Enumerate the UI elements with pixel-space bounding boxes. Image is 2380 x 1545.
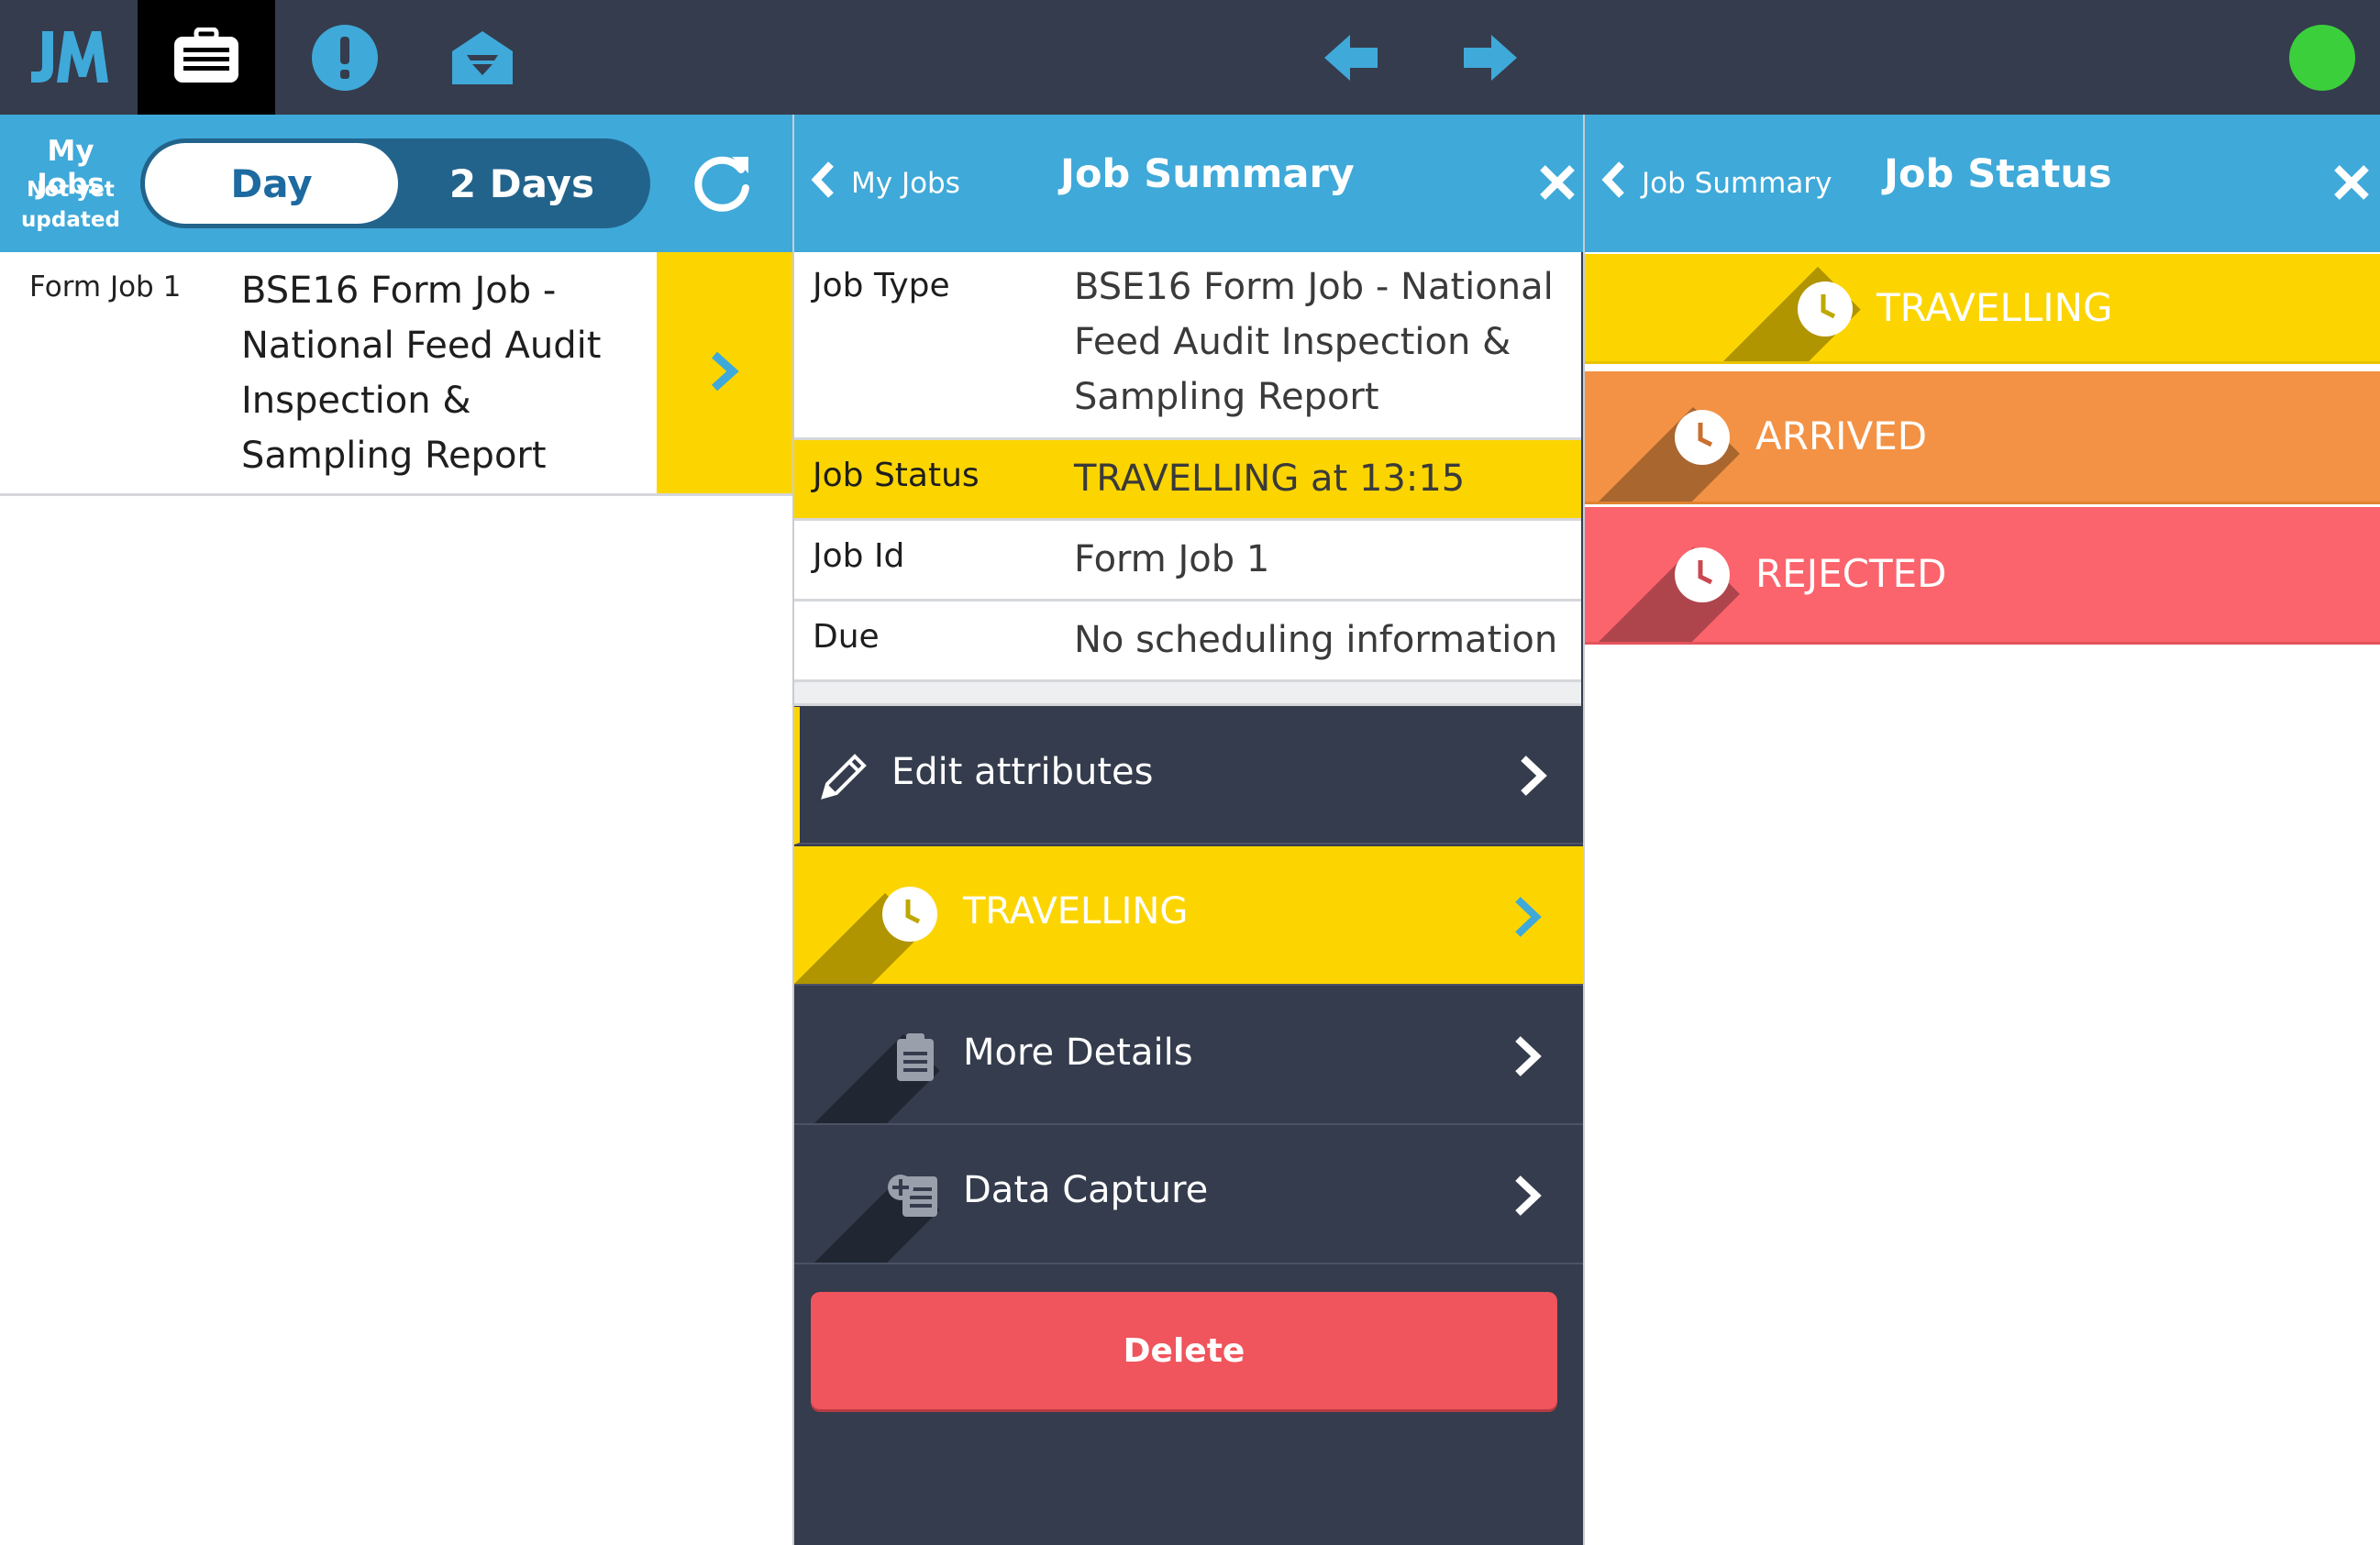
due-label: Due [813, 618, 880, 656]
due-value: No scheduling information [1074, 619, 1558, 661]
jobs-tab[interactable] [138, 0, 275, 115]
job-id-label: Job Id [813, 537, 905, 575]
job-type-value: BSE16 Form Job - National Feed Audit Ins… [1074, 266, 1554, 418]
clock-icon [882, 887, 937, 942]
job-title: BSE16 Form Job - National Feed Audit Ins… [241, 270, 602, 477]
job-status-row: Job Status TRAVELLING at 13:15 [794, 440, 1581, 521]
clock-icon [1675, 410, 1730, 465]
clock-icon [1675, 547, 1730, 602]
job-status-header: Job Summary Job Status [1585, 115, 2380, 252]
table-spacer [794, 682, 1581, 706]
back-label: Job Summary [1642, 167, 1832, 200]
top-bar [0, 0, 2380, 115]
pencil-icon [816, 753, 868, 808]
chevron-left-icon [811, 160, 851, 206]
refresh-icon[interactable] [690, 151, 754, 215]
data-capture-label: Data Capture [963, 1169, 1209, 1211]
status-option-rejected[interactable]: REJECTED [1585, 507, 2380, 645]
job-open-button[interactable] [657, 252, 792, 493]
data-capture-row[interactable]: Data Capture [794, 1127, 1583, 1264]
job-list-item[interactable]: Form Job 1 BSE16 Form Job - National Fee… [0, 252, 792, 496]
edit-attributes-row[interactable]: Edit attributes [794, 707, 1583, 844]
chevron-left-icon [1601, 160, 1642, 206]
job-status-label: Job Status [813, 457, 980, 494]
panel-title: Job Summary [1060, 151, 1355, 197]
close-icon[interactable] [2331, 162, 2372, 203]
close-icon[interactable] [1537, 162, 1577, 203]
two-days-toggle-option[interactable]: 2 Days [398, 143, 646, 224]
day-toggle-option[interactable]: Day [145, 143, 398, 224]
job-summary-table: Job Type BSE16 Form Job - National Feed … [794, 252, 1581, 706]
job-summary-panel: My Jobs Job Summary Job Type BSE16 Form … [792, 115, 1585, 1545]
arrow-left-icon[interactable] [1317, 23, 1386, 92]
status-label: REJECTED [1755, 551, 1947, 596]
edit-attributes-label: Edit attributes [891, 751, 1154, 793]
chevron-right-icon [709, 351, 740, 395]
clock-icon [1798, 281, 1853, 337]
back-to-job-summary-button[interactable]: Job Summary [1601, 156, 1832, 211]
day-range-toggle: Day 2 Days [140, 138, 650, 228]
chevron-right-icon [1505, 1033, 1551, 1079]
chevron-right-icon [1505, 894, 1551, 940]
job-type-label: Job Type [813, 267, 950, 304]
arrow-right-icon[interactable] [1455, 23, 1523, 92]
job-id-row: Job Id Form Job 1 [794, 521, 1581, 601]
add-form-icon [886, 1169, 941, 1224]
messages-icon[interactable] [448, 23, 516, 92]
status-option-travelling[interactable]: TRAVELLING [1585, 254, 2380, 364]
sync-status-text: Not yet updated [21, 178, 120, 232]
job-summary-header: My Jobs Job Summary [794, 115, 1583, 252]
travelling-label: TRAVELLING [963, 890, 1189, 933]
job-id-label: Form Job 1 [29, 270, 182, 303]
job-type-row: Job Type BSE16 Form Job - National Feed … [794, 252, 1581, 440]
status-option-arrived[interactable]: ARRIVED [1585, 371, 2380, 504]
jobs-briefcase-icon [172, 27, 240, 88]
chevron-right-icon [1505, 1173, 1551, 1219]
my-jobs-header: My Jobs Not yet updated Day 2 Days [0, 115, 792, 252]
panel-title: Job Status [1884, 151, 2112, 197]
job-id-value: Form Job 1 [1074, 538, 1270, 580]
back-to-my-jobs-button[interactable]: My Jobs [811, 156, 960, 211]
job-status-panel: Job Summary Job Status TRAVELLING ARRIVE… [1585, 115, 2380, 1545]
delete-button[interactable]: Delete [811, 1292, 1557, 1409]
travelling-status-row[interactable]: TRAVELLING [794, 846, 1583, 986]
my-jobs-panel: My Jobs Not yet updated Day 2 Days Form … [0, 115, 792, 1545]
job-status-value: TRAVELLING at 13:15 [1074, 458, 1466, 500]
more-details-row[interactable]: More Details [794, 988, 1583, 1125]
more-details-label: More Details [963, 1032, 1193, 1074]
alert-icon[interactable] [310, 23, 379, 92]
status-label: ARRIVED [1755, 414, 1928, 458]
app-logo[interactable] [26, 20, 117, 94]
connection-status-indicator [2289, 25, 2355, 91]
due-row: Due No scheduling information [794, 601, 1581, 682]
back-label: My Jobs [851, 167, 960, 200]
chevron-right-icon [1511, 753, 1556, 799]
status-label: TRAVELLING [1876, 285, 2113, 330]
clipboard-icon [893, 1032, 937, 1087]
